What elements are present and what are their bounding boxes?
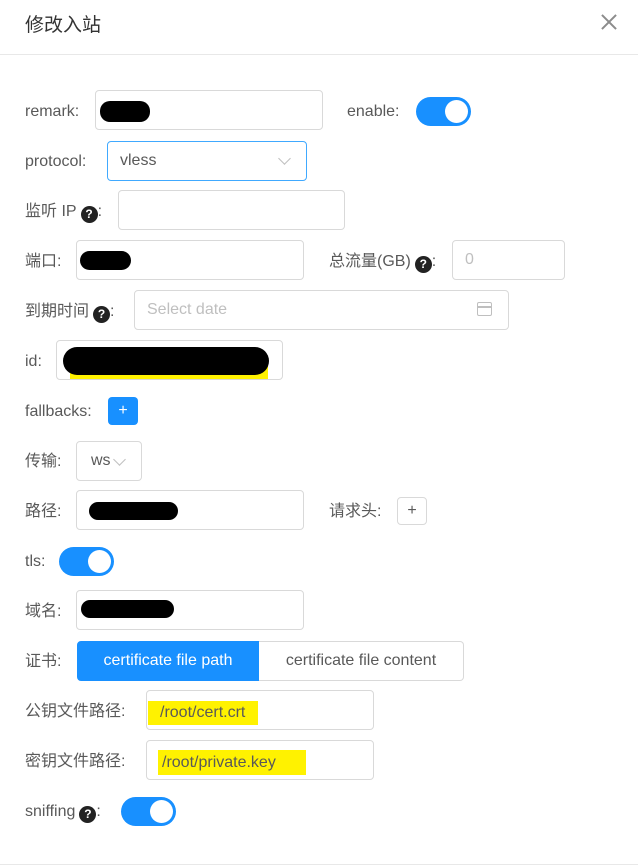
tls-label: tls: bbox=[25, 553, 46, 570]
private-key-path-value: /root/private.key bbox=[162, 754, 276, 771]
id-label: id: bbox=[25, 353, 42, 370]
redaction-mark bbox=[89, 502, 178, 520]
fallbacks-label: fallbacks: bbox=[25, 403, 92, 420]
sniffing-label-row: sniffing?: bbox=[25, 802, 101, 823]
add-fallback-button[interactable]: + bbox=[108, 397, 138, 425]
total-traffic-label: 总流量(GB) bbox=[329, 253, 411, 270]
expiry-placeholder: Select date bbox=[147, 301, 228, 318]
listen-ip-label: 监听 IP bbox=[25, 203, 77, 220]
transport-select-value: ws bbox=[91, 452, 111, 469]
listen-ip-colon: : bbox=[97, 203, 103, 220]
protocol-label: protocol: bbox=[25, 153, 87, 170]
expiry-label-row: 到期时间?: bbox=[25, 302, 114, 323]
sniffing-colon: : bbox=[96, 803, 101, 820]
close-icon[interactable] bbox=[598, 11, 620, 33]
tab-certificate-file-path[interactable]: certificate file path bbox=[77, 641, 259, 681]
tls-toggle[interactable] bbox=[59, 547, 114, 576]
enable-label: enable: bbox=[347, 103, 400, 120]
sniffing-toggle[interactable] bbox=[121, 797, 176, 826]
question-circle-icon[interactable]: ? bbox=[414, 256, 432, 273]
add-header-button[interactable]: + bbox=[397, 497, 427, 525]
expiry-date-picker[interactable]: Select date bbox=[134, 290, 509, 330]
expiry-label: 到期时间 bbox=[25, 303, 90, 320]
port-label: 端口: bbox=[25, 253, 62, 270]
total-traffic-input[interactable]: 0 bbox=[452, 240, 565, 280]
redaction-mark bbox=[63, 347, 269, 375]
total-traffic-colon: : bbox=[431, 253, 437, 270]
calendar-icon bbox=[477, 302, 492, 316]
remark-label: remark: bbox=[25, 103, 80, 120]
redaction-mark bbox=[81, 600, 174, 618]
domain-label: 域名: bbox=[25, 603, 62, 620]
listen-ip-label-row: 监听 IP?: bbox=[25, 202, 102, 223]
footer-divider bbox=[0, 864, 638, 865]
total-traffic-label-row: 总流量(GB)?: bbox=[329, 252, 436, 273]
path-label: 路径: bbox=[25, 503, 62, 520]
tab-certificate-file-content[interactable]: certificate file content bbox=[259, 641, 464, 681]
listen-ip-input[interactable] bbox=[118, 190, 345, 230]
transport-label: 传输: bbox=[25, 453, 62, 470]
protocol-select[interactable]: vless bbox=[107, 141, 307, 181]
dialog-header: 修改入站 bbox=[0, 0, 638, 55]
dialog-title: 修改入站 bbox=[25, 15, 102, 36]
request-header-label: 请求头: bbox=[329, 503, 382, 520]
enable-toggle[interactable] bbox=[416, 97, 471, 126]
private-key-path-label: 密钥文件路径: bbox=[25, 753, 126, 770]
protocol-select-value: vless bbox=[120, 152, 157, 169]
redaction-mark bbox=[80, 251, 131, 270]
question-circle-icon[interactable]: ? bbox=[79, 806, 97, 823]
expiry-colon: : bbox=[110, 303, 115, 320]
total-traffic-value: 0 bbox=[465, 251, 474, 268]
redaction-mark bbox=[100, 101, 150, 122]
question-circle-icon[interactable]: ? bbox=[93, 306, 111, 323]
transport-select[interactable]: ws bbox=[76, 441, 142, 481]
sniffing-label: sniffing bbox=[25, 803, 76, 820]
question-circle-icon[interactable]: ? bbox=[80, 206, 98, 223]
public-key-path-value: /root/cert.crt bbox=[160, 704, 246, 721]
public-key-path-label: 公钥文件路径: bbox=[25, 703, 126, 720]
cert-label: 证书: bbox=[25, 653, 62, 670]
